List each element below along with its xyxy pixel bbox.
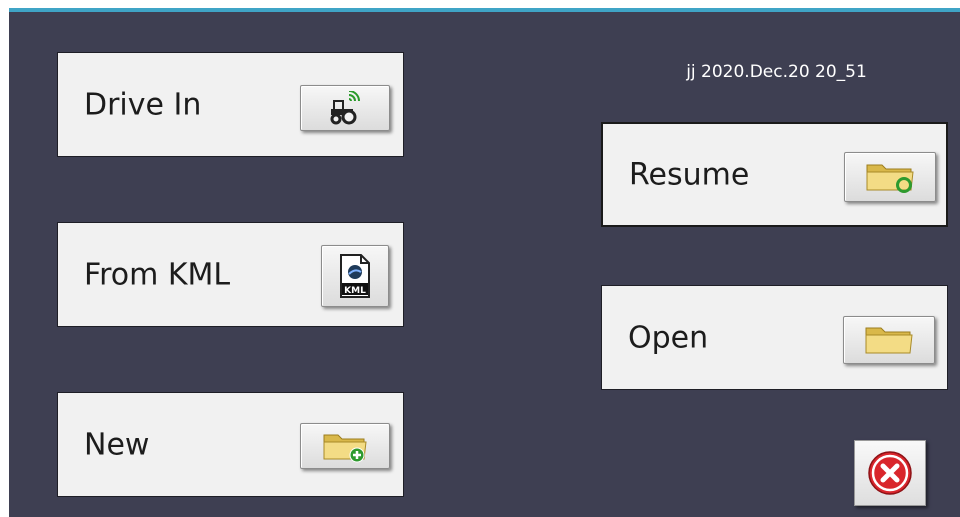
close-icon [868, 451, 912, 495]
resume-button[interactable]: Resume [601, 122, 948, 227]
close-button[interactable] [854, 440, 926, 506]
drive-in-button[interactable]: Drive In [57, 52, 404, 157]
current-job-name: jj 2020.Dec.20 20_51 [686, 62, 867, 82]
drive-in-icon-button[interactable] [300, 85, 390, 131]
kml-badge-text: KML [344, 286, 366, 296]
folder-add-icon [323, 434, 367, 463]
open-label: Open [628, 320, 709, 355]
new-label: New [84, 427, 150, 462]
new-button[interactable]: New [57, 392, 404, 497]
open-icon-button[interactable] [843, 316, 935, 364]
resume-label: Resume [629, 157, 750, 192]
tractor-icon [330, 91, 360, 125]
new-icon-button[interactable] [300, 423, 390, 469]
from-kml-button[interactable]: From KML KML [57, 222, 404, 327]
open-button[interactable]: Open [601, 285, 948, 390]
resume-icon-button[interactable] [844, 152, 936, 202]
job-start-dialog: jj 2020.Dec.20 20_51 Drive In From KML K… [9, 8, 960, 517]
from-kml-icon-button[interactable]: KML [321, 245, 389, 307]
folder-resume-icon [866, 164, 914, 193]
folder-open-icon [865, 327, 913, 354]
from-kml-label: From KML [84, 257, 231, 292]
drive-in-label: Drive In [84, 87, 202, 122]
kml-file-icon: KML [340, 254, 370, 298]
